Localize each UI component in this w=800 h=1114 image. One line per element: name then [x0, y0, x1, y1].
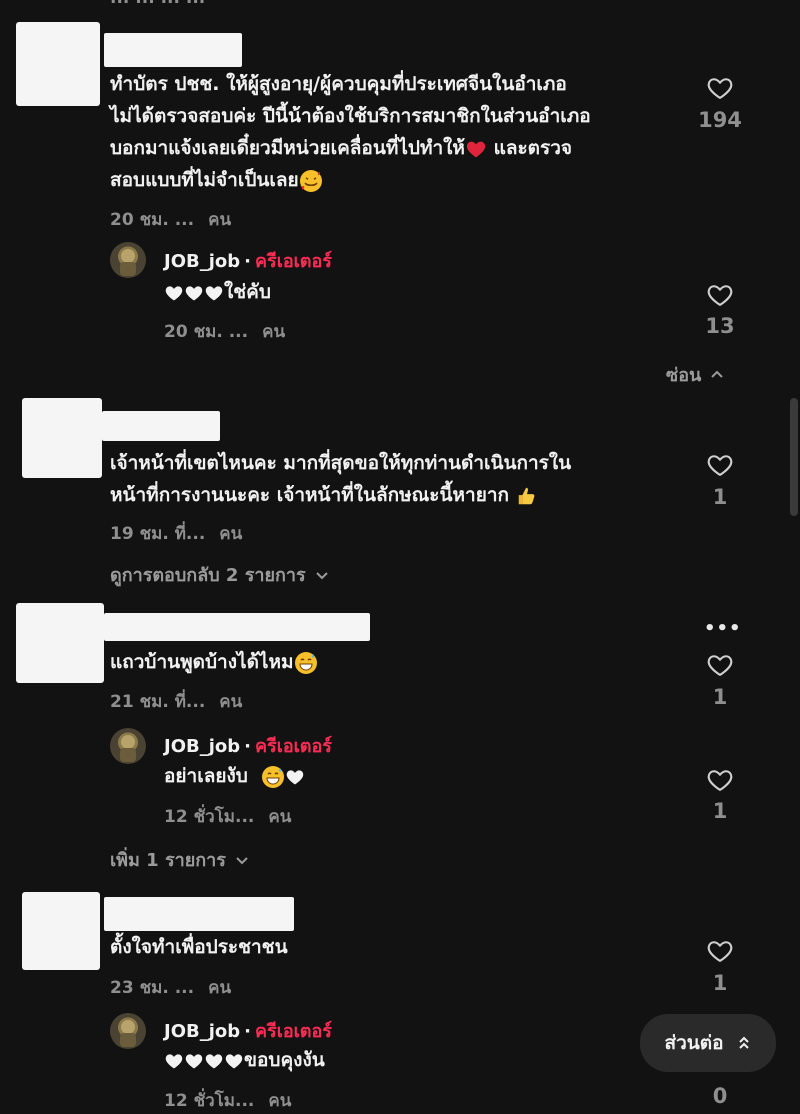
- comment-avatar[interactable]: [16, 22, 100, 106]
- heart-outline-icon[interactable]: [705, 937, 735, 965]
- reply-author-line[interactable]: JOB_job · ครีเอเตอร์: [164, 246, 332, 275]
- white-heart-emoji: [285, 767, 305, 787]
- white-heart-emoji: [204, 1051, 224, 1071]
- like-count: 13: [705, 314, 735, 338]
- view-replies-label: ดูการตอบกลับ 2 รายการ: [110, 565, 306, 586]
- reply-avatar[interactable]: [110, 728, 146, 764]
- chevron-down-icon: [236, 856, 248, 864]
- comment-username[interactable]: [104, 897, 294, 931]
- comment-meta: 23 ชม. ... คน: [110, 978, 232, 998]
- comment-meta: 19 ชม. ที่... คน: [110, 524, 243, 544]
- heart-outline-icon[interactable]: [705, 451, 735, 479]
- creator-badge: ครีเอเตอร์: [254, 251, 332, 272]
- more-options-button[interactable]: •••: [704, 618, 742, 639]
- reply-author[interactable]: JOB_job: [164, 1021, 240, 1042]
- heart-outline-icon[interactable]: [705, 281, 735, 309]
- red-heart-emoji: [465, 138, 487, 160]
- white-heart-emoji: [204, 283, 224, 303]
- smiling-hearts-emoji: [299, 169, 322, 192]
- reply-meta: 12 ชั่วโม... คน: [164, 1091, 292, 1111]
- reply-author-line[interactable]: JOB_job · ครีเอเตอร์: [164, 1016, 332, 1045]
- view-replies-button[interactable]: ดูการตอบกลับ 2 รายการ: [110, 560, 330, 589]
- reply-text: ใช่คับ: [164, 276, 271, 308]
- like-count: 1: [712, 799, 728, 823]
- grin-sweat-emoji: [262, 765, 285, 788]
- grin-sweat-emoji: [294, 651, 317, 674]
- separator-dot: ·: [244, 736, 251, 757]
- comment-avatar[interactable]: [16, 603, 104, 683]
- like-count: 1: [712, 685, 728, 709]
- comment-text: เจ้าหน้าที่เขตไหนคะ มากที่สุดขอให้ทุกท่า…: [110, 452, 572, 506]
- hide-replies-button[interactable]: ซ่อน: [666, 360, 725, 389]
- reply-meta: 20 ชม. ... คน: [164, 322, 286, 342]
- comment-avatar[interactable]: [22, 892, 100, 970]
- scrollbar-thumb[interactable]: [790, 398, 798, 516]
- comment-meta: 20 ชม. ... คน: [110, 210, 232, 230]
- more-replies-button[interactable]: เพิ่ม 1 รายการ: [110, 845, 250, 874]
- white-heart-emoji: [164, 283, 184, 303]
- reply-avatar[interactable]: [110, 1013, 146, 1049]
- reply-text: ขอบคุงงัน: [164, 1044, 325, 1076]
- comment-username[interactable]: [104, 33, 242, 67]
- creator-badge: ครีเอเตอร์: [254, 736, 332, 757]
- reply-author-line[interactable]: JOB_job · ครีเอเตอร์: [164, 731, 332, 760]
- white-heart-emoji: [224, 1051, 244, 1071]
- comment-text: ตั้งใจทำเพื่อประชาชน: [110, 936, 288, 958]
- reply-text: อย่าเลยงับ: [164, 760, 305, 792]
- white-heart-emoji: [184, 283, 204, 303]
- like-count: 1: [712, 971, 728, 995]
- creator-badge: ครีเอเตอร์: [254, 1021, 332, 1042]
- separator-dot: ·: [244, 251, 251, 272]
- cut-off-text: ... ... ... ...: [110, 0, 205, 8]
- thumbs-up-emoji: [518, 487, 535, 504]
- comment-meta: 21 ชม. ที่... คน: [110, 692, 243, 712]
- reply-meta: 12 ชั่วโม... คน: [164, 807, 292, 827]
- separator-dot: ·: [244, 1021, 251, 1042]
- like-count: 194: [698, 108, 742, 132]
- continue-button[interactable]: ส่วนต่อ: [640, 1014, 776, 1072]
- chevron-down-icon: [315, 571, 328, 579]
- reply-author[interactable]: JOB_job: [164, 251, 240, 272]
- comment-username[interactable]: [102, 411, 220, 441]
- heart-outline-icon[interactable]: [705, 766, 735, 794]
- like-count: 0: [712, 1084, 728, 1108]
- reply-avatar[interactable]: [110, 242, 146, 278]
- continue-label: ส่วนต่อ: [664, 1032, 724, 1054]
- white-heart-emoji: [184, 1051, 204, 1071]
- like-count: 1: [712, 485, 728, 509]
- comment-username[interactable]: [104, 613, 370, 641]
- double-chevron-up-icon: [738, 1036, 749, 1049]
- heart-outline-icon[interactable]: [705, 651, 735, 679]
- hide-label: ซ่อน: [666, 365, 702, 386]
- comment-text: แถวบ้านพูดบ้างได้ไหม: [110, 646, 318, 678]
- white-heart-emoji: [164, 1051, 184, 1071]
- reply-author[interactable]: JOB_job: [164, 736, 240, 757]
- chevron-up-icon: [711, 370, 724, 378]
- comment-text: ทำบัตร ปชช. ให้ผู้สูงอายุ/ผู้ควบคุมที่ปร…: [110, 73, 591, 192]
- more-replies-label: เพิ่ม 1 รายการ: [110, 850, 226, 871]
- comment-avatar[interactable]: [22, 398, 102, 478]
- heart-outline-icon[interactable]: [705, 74, 735, 102]
